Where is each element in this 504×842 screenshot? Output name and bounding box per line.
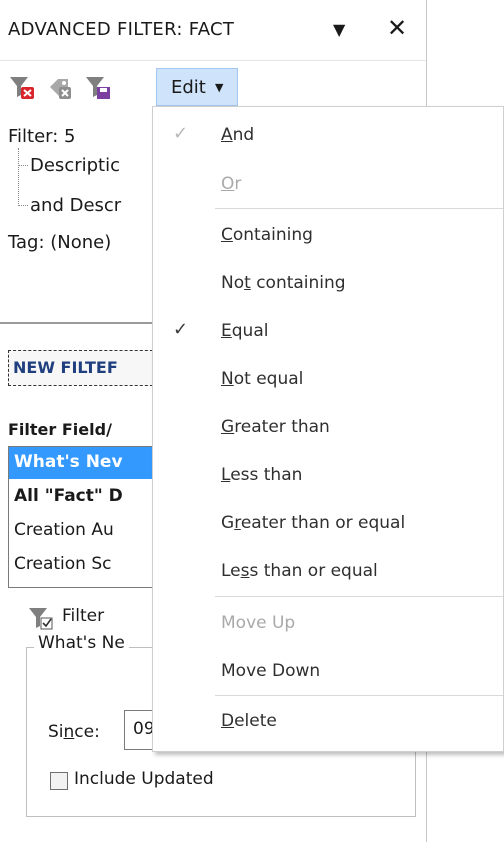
new-filter-label: NEW FILTEF: [13, 358, 118, 377]
menu-separator: [215, 596, 503, 597]
filter-button-label: Filter: [62, 606, 105, 626]
clear-tag-icon[interactable]: [46, 75, 74, 101]
menu-item-containing[interactable]: Containing: [153, 211, 503, 260]
list-item[interactable]: What's Nev: [9, 447, 157, 479]
title-bar: ADVANCED FILTER: FACT ▼ ✕: [0, 0, 426, 61]
filter-tree-item[interactable]: and Descr: [30, 195, 121, 216]
menu-item-not-equal[interactable]: Not equal: [153, 355, 503, 404]
menu-item-label: And: [221, 125, 255, 145]
menu-item-label: Delete: [221, 711, 277, 731]
list-item[interactable]: All "Fact" D: [9, 481, 157, 513]
menu-item-label: Greater than: [221, 417, 330, 437]
menu-item-label: Less than or equal: [221, 561, 378, 581]
checkmark-icon: ✓: [173, 319, 189, 340]
menu-item-label: Less than: [221, 465, 303, 485]
menu-item-less-than[interactable]: Less than: [153, 451, 503, 500]
save-filter-icon[interactable]: [84, 75, 112, 101]
whats-new-legend: What's Ne: [34, 633, 129, 653]
menu-item-move-down[interactable]: Move Down: [153, 647, 503, 696]
menu-item-label: Move Up: [221, 613, 296, 633]
filter-count: Filter: 5: [8, 126, 76, 147]
new-filter-header[interactable]: NEW FILTEF: [8, 350, 158, 386]
close-icon[interactable]: ✕: [387, 14, 407, 42]
panel-title: ADVANCED FILTER: FACT: [8, 19, 235, 40]
edit-menu-button[interactable]: Edit ▼: [156, 68, 238, 106]
menu-item-label: Or: [221, 174, 242, 194]
tree-connector: [18, 148, 19, 206]
menu-item-greater-than[interactable]: Greater than: [153, 403, 503, 452]
filter-tree-item[interactable]: Descriptic: [30, 155, 120, 176]
checkmark-icon: ✓: [173, 123, 189, 144]
menu-item-move-up[interactable]: Move Up: [153, 599, 503, 648]
since-label: Since:: [48, 722, 100, 742]
list-item[interactable]: Creation Au: [9, 515, 157, 547]
filter-icon: [29, 608, 53, 630]
menu-item-less-than-or-equal[interactable]: Less than or equal: [153, 547, 503, 596]
menu-item-not-containing[interactable]: Not containing: [153, 259, 503, 308]
list-item[interactable]: Creation Sc: [9, 549, 157, 581]
edit-menu-label: Edit: [171, 77, 206, 98]
chevron-down-icon[interactable]: ▼: [333, 20, 345, 39]
filter-field-label: Filter Field/: [8, 420, 112, 439]
tree-connector: [18, 165, 28, 166]
menu-separator: [215, 208, 503, 209]
edit-dropdown-menu: ✓ And Or Containing Not containing ✓ Equ…: [152, 106, 504, 752]
tag-label: Tag: (None): [8, 232, 112, 253]
menu-item-label: Not equal: [221, 369, 304, 389]
include-updated-label[interactable]: Include Updated: [74, 769, 214, 789]
menu-item-or[interactable]: Or: [153, 160, 503, 209]
menu-item-label: Containing: [221, 225, 313, 245]
menu-item-label: Greater than or equal: [221, 513, 406, 533]
menu-item-and[interactable]: ✓ And: [153, 111, 503, 160]
menu-item-label: Move Down: [221, 661, 321, 681]
menu-item-label: Equal: [221, 321, 269, 341]
include-updated-checkbox[interactable]: [50, 772, 68, 790]
filter-field-list[interactable]: What's Nev All "Fact" D Creation Au Crea…: [8, 446, 158, 588]
tree-connector: [18, 205, 28, 206]
clear-filter-icon[interactable]: [8, 75, 36, 101]
chevron-down-icon: ▼: [215, 81, 224, 94]
menu-item-equal[interactable]: ✓ Equal: [153, 307, 503, 356]
menu-item-greater-than-or-equal[interactable]: Greater than or equal: [153, 499, 503, 548]
menu-item-delete[interactable]: Delete: [153, 697, 503, 746]
menu-separator: [215, 695, 503, 696]
menu-item-label: Not containing: [221, 273, 346, 293]
